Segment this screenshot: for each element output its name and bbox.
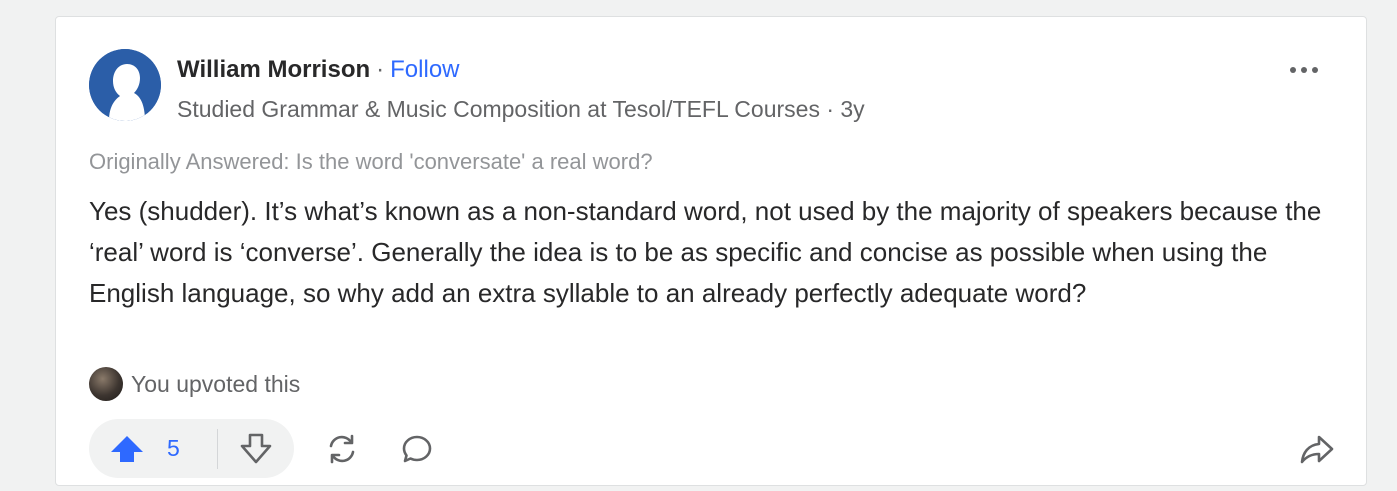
forward-share-button[interactable] xyxy=(1299,432,1335,471)
separator-dot: · xyxy=(376,56,385,83)
forward-share-icon xyxy=(1300,435,1334,464)
downvote-button[interactable] xyxy=(238,432,274,471)
vote-divider xyxy=(217,429,218,469)
upvote-notice-text: You upvoted this xyxy=(131,370,301,397)
share-cycle-icon xyxy=(329,434,355,464)
original-question[interactable]: Originally Answered: Is the word 'conver… xyxy=(89,147,653,177)
upvote-notice: You upvoted this xyxy=(89,367,300,401)
more-options-icon-dot xyxy=(1312,67,1318,73)
user-avatar xyxy=(89,367,123,401)
comment-button[interactable] xyxy=(400,432,434,471)
comment-bubble-icon xyxy=(402,435,432,463)
more-options-button[interactable] xyxy=(1282,55,1326,85)
downvote-arrow-icon xyxy=(240,433,272,464)
more-options-icon-dot xyxy=(1290,67,1296,73)
author-line: William Morrison · Follow xyxy=(177,55,460,85)
vote-control: 5 xyxy=(89,419,294,478)
author-avatar[interactable] xyxy=(89,49,161,121)
answer-text: Yes (shudder). It’s what’s known as a no… xyxy=(89,196,1322,308)
more-options-icon-dot xyxy=(1301,67,1307,73)
share-button[interactable] xyxy=(324,432,360,471)
upvote-count: 5 xyxy=(167,435,180,461)
answer-card: William Morrison · Follow Studied Grammar … xyxy=(55,16,1367,486)
upvote-arrow-icon xyxy=(111,436,143,462)
follow-button[interactable]: Follow xyxy=(390,56,459,83)
upvote-button[interactable] xyxy=(109,434,145,469)
author-credential[interactable]: Studied Grammar & Music Composition at T… xyxy=(177,94,865,124)
author-name[interactable]: William Morrison xyxy=(177,56,370,83)
